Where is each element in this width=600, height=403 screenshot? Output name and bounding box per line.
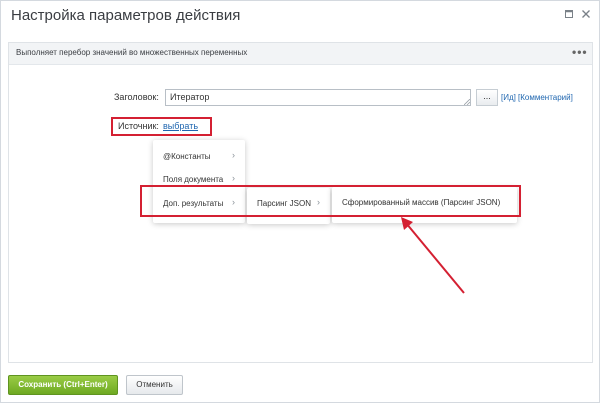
annotation-arrow-icon [401, 217, 465, 294]
cancel-button[interactable]: Отменить [126, 375, 183, 395]
save-button[interactable]: Сохранить (Ctrl+Enter) [8, 375, 118, 395]
action-settings-dialog: Настройка параметров действия Выполняет … [0, 0, 600, 403]
